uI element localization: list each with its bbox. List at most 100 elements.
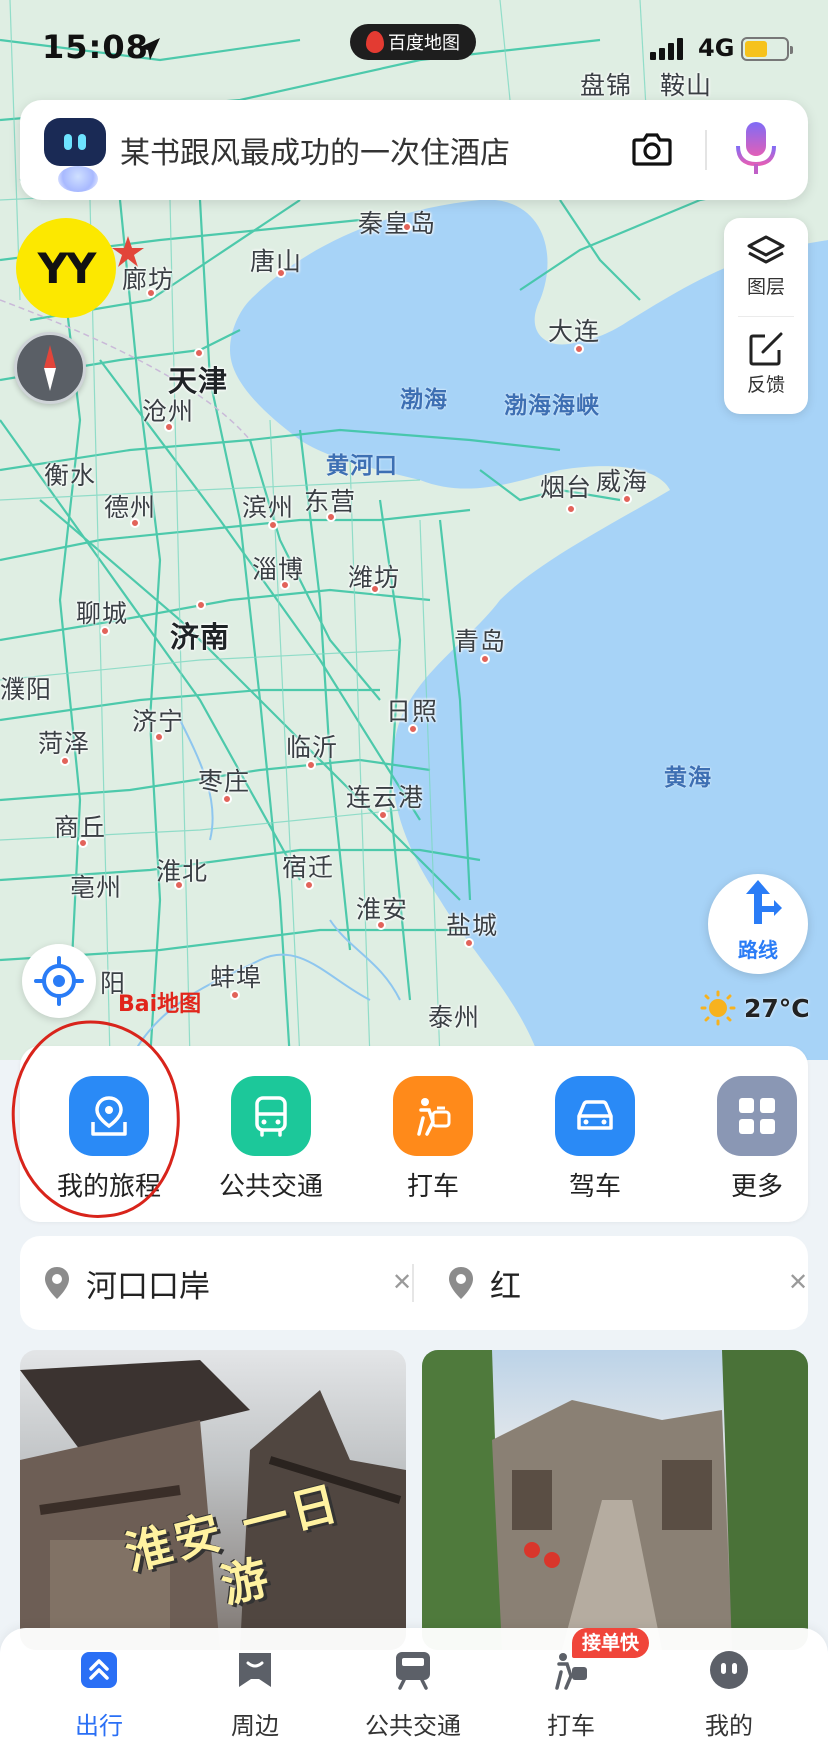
car-icon (555, 1076, 635, 1156)
tab-label: 出行 (75, 1712, 123, 1740)
recent-places: 河口口岸 ✕ 红 ✕ (20, 1236, 808, 1330)
city-dot (130, 518, 140, 528)
city-dot (276, 268, 286, 278)
camera-icon[interactable] (630, 128, 674, 172)
nearby-tab-icon (233, 1648, 277, 1692)
search-bar[interactable]: 某书跟风最成功的一次住酒店 (20, 100, 808, 200)
battery-icon (741, 37, 793, 61)
city-dot (60, 756, 70, 766)
shortcut-label: 公共交通 (218, 1172, 323, 1202)
map-city-label: 青岛 (454, 627, 507, 656)
map-tools-panel: 图层 反馈 (724, 218, 808, 414)
search-input[interactable]: 某书跟风最成功的一次住酒店 (120, 128, 510, 172)
app-pill-label: 百度地图 (388, 33, 460, 54)
map-sea-label: 黄海 (664, 765, 712, 791)
tab-travel[interactable]: 出行 (34, 1648, 164, 1741)
search-divider (705, 130, 707, 170)
city-dot (402, 222, 412, 232)
map-city-label: 蚌埠 (210, 963, 263, 992)
transit-tab-icon (391, 1648, 435, 1692)
shortcut-taxi[interactable]: 打车 (368, 1076, 498, 1203)
shortcut-more[interactable]: 更多 (692, 1076, 822, 1203)
card-image (422, 1350, 808, 1650)
city-dot (196, 600, 206, 610)
location-pin-icon (45, 1267, 69, 1299)
recent-place-text: 红 (490, 1268, 521, 1305)
route-button[interactable]: 路线 (708, 874, 808, 974)
profile-tab-icon (707, 1648, 751, 1692)
shortcut-label: 打车 (406, 1172, 459, 1202)
travel-tab-icon (77, 1648, 121, 1692)
bus-icon (231, 1076, 311, 1156)
tab-nearby[interactable]: 周边 (190, 1648, 320, 1741)
city-dot (280, 580, 290, 590)
location-arrow-icon (138, 38, 160, 60)
weather-widget[interactable]: 27°C (700, 990, 810, 1026)
city-dot (268, 520, 278, 530)
shortcut-label: 更多 (730, 1172, 783, 1202)
city-dot (376, 920, 386, 930)
layers-label: 图层 (746, 276, 785, 298)
map-sea-label: 黄河口 (326, 453, 398, 479)
city-dot (566, 504, 576, 514)
city-dot (574, 344, 584, 354)
map-city-label: 亳州 (70, 873, 123, 902)
map-city-label: 菏泽 (38, 729, 91, 758)
map-city-label: 烟台 (540, 473, 593, 502)
feedback-label: 反馈 (746, 374, 785, 396)
map-city-label: 济南 (170, 620, 231, 654)
layers-icon (747, 235, 785, 264)
app-pill[interactable]: 百度地图 (350, 24, 476, 60)
yy-badge-button[interactable]: YY (16, 218, 116, 318)
map-city-label: 宿迁 (282, 853, 335, 882)
city-dot (174, 880, 184, 890)
tab-public-transit[interactable]: 公共交通 (348, 1648, 478, 1741)
city-dot (306, 760, 316, 770)
map-city-label: 威海 (596, 467, 649, 496)
microphone-icon[interactable] (732, 120, 780, 180)
tab-label: 打车 (547, 1712, 595, 1740)
crosshair-icon (34, 956, 84, 1006)
travel-card[interactable]: 淮安 一日游 (20, 1350, 406, 1650)
city-dot (408, 724, 418, 734)
taxi-badge: 接单快 (572, 1628, 650, 1658)
recent-place-item[interactable]: 河口口岸 ✕ (42, 1236, 412, 1330)
city-dot (100, 626, 110, 636)
city-dot (304, 880, 314, 890)
tab-taxi[interactable]: 打车 (506, 1648, 636, 1741)
tab-profile[interactable]: 我的 (664, 1648, 794, 1741)
city-dot (326, 512, 336, 522)
map-city-label: 临沂 (286, 733, 339, 762)
route-arrow-icon (746, 880, 782, 924)
shortcut-public-transit[interactable]: 公共交通 (206, 1076, 336, 1203)
tab-label: 公共交通 (365, 1712, 461, 1740)
layers-button[interactable]: 图层 (724, 218, 808, 316)
temperature: 27°C (744, 993, 810, 1023)
map-city-label: 秦皇岛 (358, 209, 437, 238)
tab-label: 周边 (231, 1712, 279, 1740)
city-dot (370, 584, 380, 594)
robot-assistant-icon[interactable] (44, 118, 106, 166)
feedback-edit-icon (749, 332, 783, 366)
city-dot (146, 288, 156, 298)
location-pin-icon (449, 1267, 473, 1299)
city-dot (464, 938, 474, 948)
locate-me-button[interactable] (22, 944, 96, 1018)
signal-icon (650, 38, 683, 60)
status-bar: 15:08 百度地图 4G (0, 0, 828, 96)
map-city-label: 聊城 (76, 599, 129, 628)
sun-icon (700, 990, 736, 1026)
recent-place-item[interactable]: 红 ✕ (446, 1236, 808, 1330)
map-city-label: 滨州 (242, 493, 295, 522)
recent-place-text: 河口口岸 (86, 1268, 210, 1305)
shortcut-drive[interactable]: 驾车 (530, 1076, 660, 1203)
close-icon[interactable]: ✕ (788, 1268, 808, 1296)
city-dot (378, 810, 388, 820)
map-city-label: 德州 (104, 493, 157, 522)
tab-label: 我的 (705, 1712, 753, 1740)
close-icon[interactable]: ✕ (392, 1268, 412, 1296)
map-sea-label: 渤海 (400, 387, 448, 413)
travel-card[interactable] (422, 1350, 808, 1650)
compass-button[interactable] (14, 332, 86, 404)
feedback-button[interactable]: 反馈 (724, 316, 808, 414)
